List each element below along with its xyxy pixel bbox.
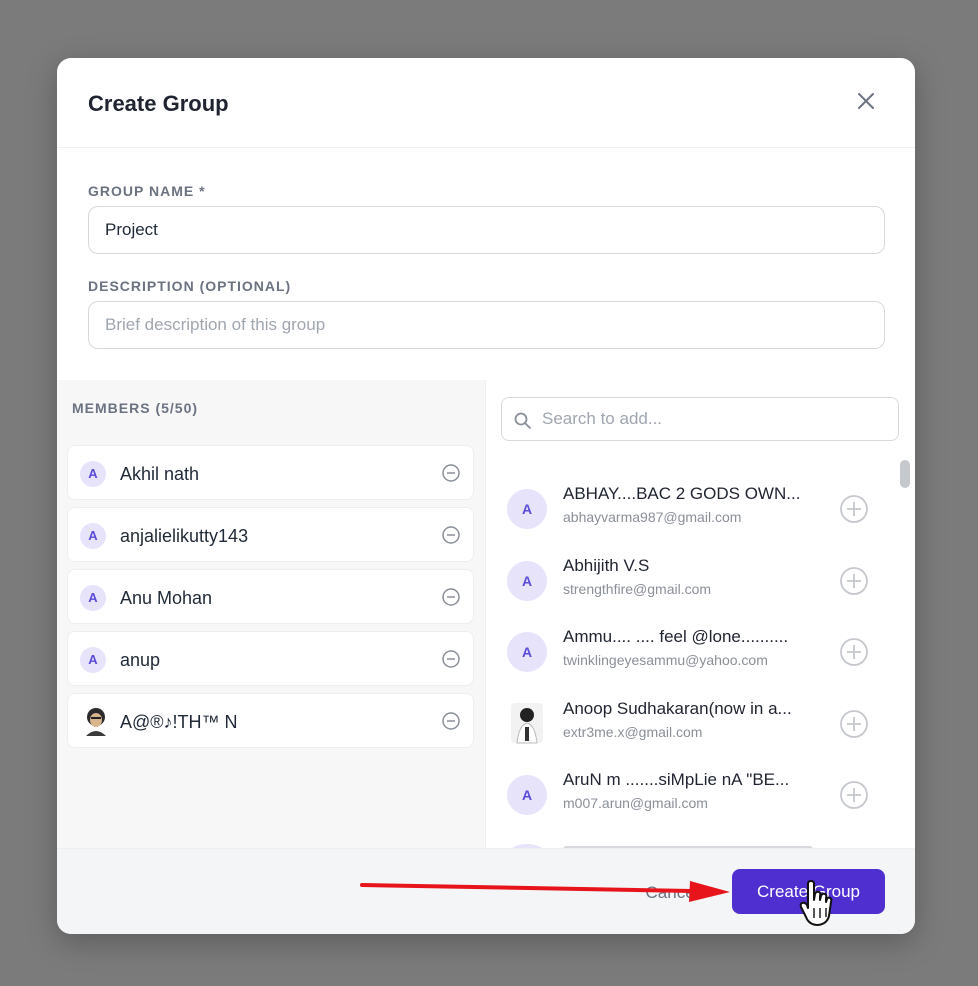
add-member-icon[interactable] [839, 637, 869, 667]
member-card: A@®♪!TH™ N [67, 693, 474, 748]
member-name: A@®♪!TH™ N [120, 712, 238, 732]
avatar [84, 706, 108, 736]
result-email: m007.arun@gmail.com [563, 795, 708, 811]
avatar: A [507, 775, 547, 815]
search-input[interactable] [542, 398, 892, 440]
result-name: ABHAY....BAC 2 GODS OWN... [563, 484, 801, 503]
list-item[interactable]: Anoop Sudhakaran(now in a... extr3me.x@g… [507, 695, 887, 765]
result-name: AruN m .......siMpLie nA "BE... [563, 770, 790, 789]
avatar: A [80, 585, 106, 611]
add-member-icon[interactable] [839, 709, 869, 739]
result-email: strengthfire@gmail.com [563, 581, 712, 597]
group-name-label: GROUP NAME * [88, 183, 206, 199]
create-group-button[interactable]: Create Group [732, 869, 885, 914]
dialog-title: Create Group [88, 91, 229, 116]
search-results-list[interactable]: A ABHAY....BAC 2 GODS OWN... abhayvarma9… [487, 458, 897, 848]
member-name: anup [120, 650, 161, 670]
member-name: anjalielikutty143 [120, 526, 249, 546]
list-item[interactable]: A AruN m .......siMpLie nA "BE... m007.a… [507, 766, 887, 836]
result-email: abhayvarma987@gmail.com [563, 509, 742, 525]
remove-member-icon[interactable] [441, 587, 461, 607]
member-card: A Anu Mohan [67, 569, 474, 624]
group-name-input[interactable] [88, 206, 885, 254]
avatar: A [80, 647, 106, 673]
remove-member-icon[interactable] [441, 649, 461, 669]
member-name: Akhil nath [120, 464, 200, 484]
result-email: extr3me.x@gmail.com [563, 724, 703, 740]
description-input[interactable] [88, 301, 885, 349]
result-name: Ammu.... .... feel @lone.......... [563, 627, 789, 646]
add-member-icon[interactable] [839, 494, 869, 524]
avatar: A [80, 461, 106, 487]
create-group-dialog: Create Group GROUP NAME * DESCRIPTION (O… [57, 58, 915, 934]
members-panel: MEMBERS (5/50) A Akhil nath A anjalielik… [57, 380, 485, 848]
search-box [501, 397, 899, 441]
results-scrollbar[interactable] [900, 460, 910, 488]
result-name: Anoop Sudhakaran(now in a... [563, 699, 792, 718]
description-label: DESCRIPTION (OPTIONAL) [88, 278, 292, 294]
member-card: A Akhil nath [67, 445, 474, 500]
cancel-button[interactable]: Cancel [637, 873, 707, 913]
dialog-header: Create Group [57, 58, 915, 148]
list-item[interactable]: A Abhijith V.S strengthfire@gmail.com [507, 552, 887, 622]
remove-member-icon[interactable] [441, 463, 461, 483]
avatar: A [507, 561, 547, 601]
close-icon[interactable] [855, 90, 877, 112]
list-item-partial [507, 836, 847, 848]
dialog-footer: Cancel Create Group [57, 848, 915, 934]
avatar: A [507, 489, 547, 529]
remove-member-icon[interactable] [441, 525, 461, 545]
add-member-icon[interactable] [839, 566, 869, 596]
list-item[interactable]: A ABHAY....BAC 2 GODS OWN... abhayvarma9… [507, 480, 887, 550]
panel-divider [485, 380, 486, 848]
member-name: Anu Mohan [120, 588, 213, 608]
search-icon [513, 411, 533, 431]
avatar: A [80, 523, 106, 549]
result-name: Abhijith V.S [563, 556, 650, 575]
result-email: twinklingeyesammu@yahoo.com [563, 652, 768, 668]
remove-member-icon[interactable] [441, 711, 461, 731]
avatar [507, 701, 547, 745]
add-member-icon[interactable] [839, 780, 869, 810]
avatar: A [507, 632, 547, 672]
list-item[interactable]: A Ammu.... .... feel @lone.......... twi… [507, 623, 887, 693]
member-card: A anjalielikutty143 [67, 507, 474, 562]
member-card: A anup [67, 631, 474, 686]
members-count-heading: MEMBERS (5/50) [72, 400, 199, 416]
